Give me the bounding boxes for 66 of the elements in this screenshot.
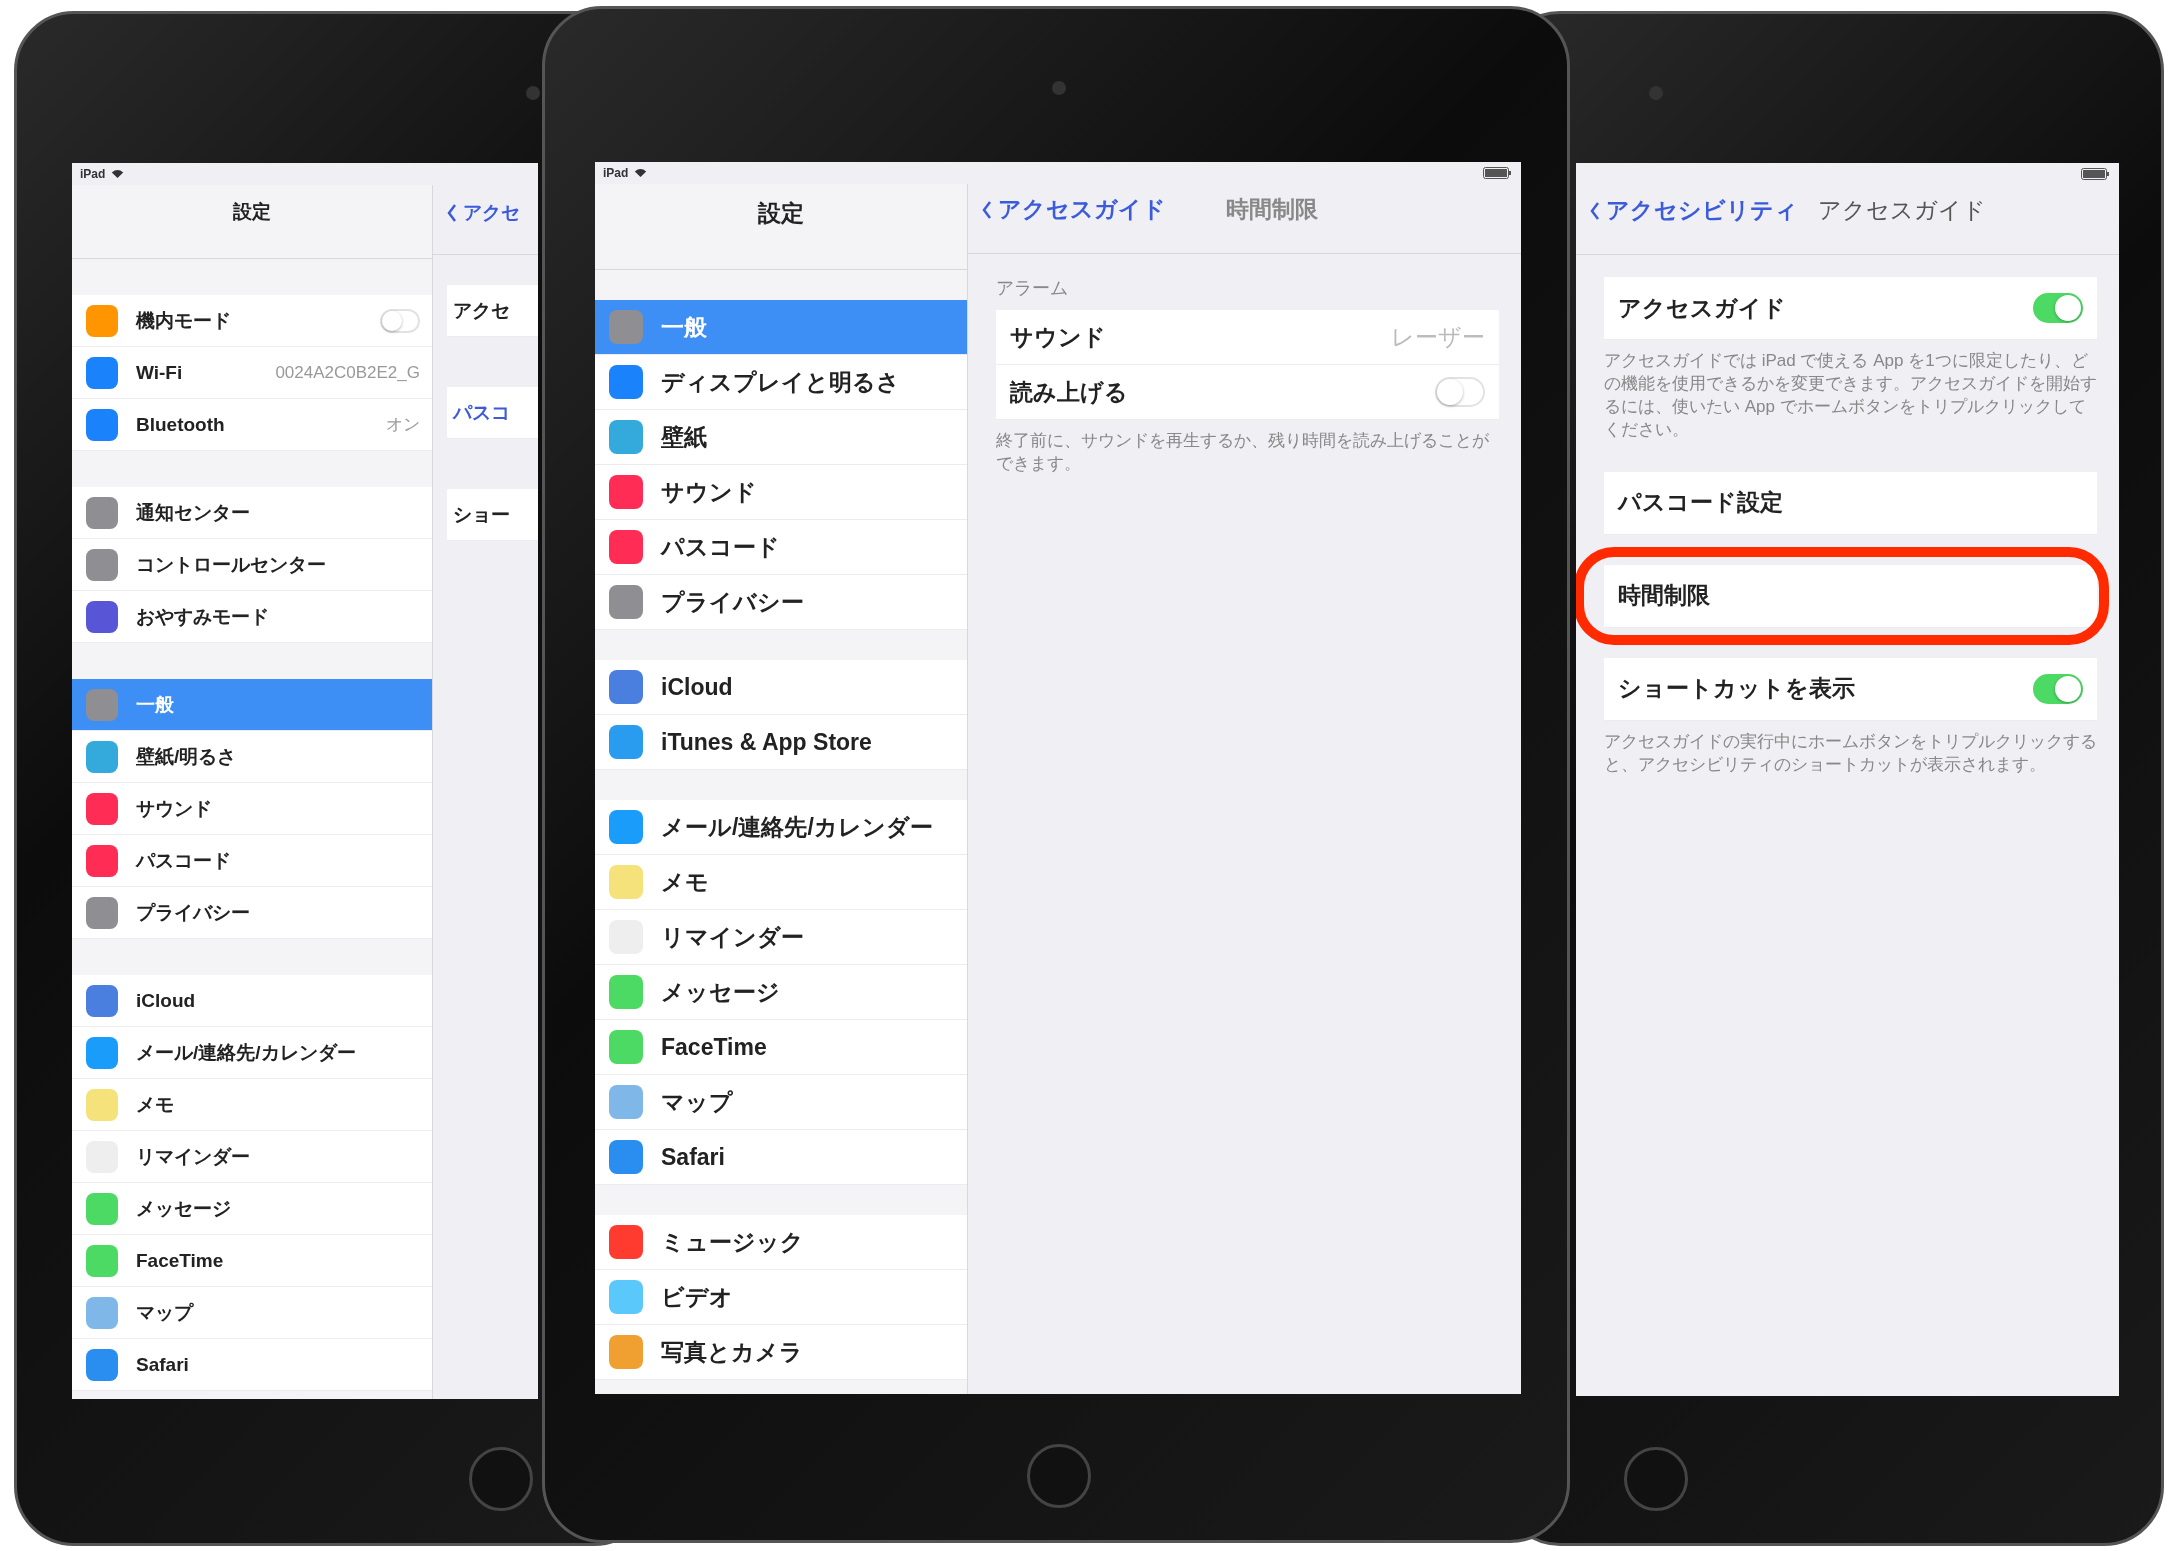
settings-menu-item[interactable]: iTunes & App Store: [595, 715, 967, 770]
settings-menu-item[interactable]: Safari: [595, 1130, 967, 1185]
settings-menu-item[interactable]: Safari: [72, 1339, 432, 1391]
settings-menu-item[interactable]: メッセージ: [595, 965, 967, 1020]
settings-menu-item[interactable]: リマインダー: [595, 910, 967, 965]
settings-menu-item[interactable]: iCloud: [72, 975, 432, 1027]
settings-menu-item[interactable]: メモ: [72, 1079, 432, 1131]
toggle-switch[interactable]: [1435, 377, 1485, 407]
settings-menu-item[interactable]: FaceTime: [595, 1020, 967, 1075]
settings-menu-item[interactable]: メール/連絡先/カレンダー: [72, 1027, 432, 1079]
toggle-switch[interactable]: [380, 308, 420, 333]
settings-row[interactable]: ショー: [447, 489, 538, 541]
settings-menu-item[interactable]: iCloud: [595, 660, 967, 715]
sidebar-title: 設定: [233, 200, 271, 224]
settings-menu-item[interactable]: パスコード: [72, 835, 432, 887]
settings-row[interactable]: ショートカットを表示: [1604, 657, 2097, 721]
section-footnote: アクセスガイドでは iPad で使える App を1つに限定したり、どの機能を使用できるかを変更できます。アクセスガイドを開始するには、使いたい App でホームボタンをトリプルクリックしてください。: [1604, 350, 2097, 441]
settings-menu-item[interactable]: パスコード: [595, 520, 967, 575]
settings-menu-item[interactable]: ビデオ: [595, 1270, 967, 1325]
settings-menu-item[interactable]: Bluetooth オン: [72, 399, 432, 451]
settings-menu-item[interactable]: メール/連絡先/カレンダー: [595, 800, 967, 855]
section-footnote: 終了前に、サウンドを再生するか、残り時間を読み上げることができます。: [996, 430, 1490, 475]
settings-menu-item[interactable]: 通知センター: [72, 487, 432, 539]
settings-menu-item[interactable]: メモ: [595, 855, 967, 910]
settings-menu-item[interactable]: FaceTime: [72, 1235, 432, 1287]
settings-menu-item[interactable]: おやすみモード: [72, 591, 432, 643]
camera-icon: [1052, 81, 1066, 95]
settings-row[interactable]: アクセスガイド: [1604, 277, 2097, 340]
settings-menu-item[interactable]: 機内モード: [72, 295, 432, 347]
page-title: アクセスガイド: [1818, 196, 1986, 225]
settings-menu-item[interactable]: 写真とカメラ: [595, 1325, 967, 1380]
section-footnote: アクセスガイドの実行中にホームボタンをトリプルクリックすると、アクセシビリティのショートカットが表示されます。: [1604, 730, 2097, 776]
toggle-switch[interactable]: [2033, 293, 2083, 323]
settings-menu-item[interactable]: プライバシー: [595, 575, 967, 630]
settings-row[interactable]: 時間制限: [1604, 564, 2097, 628]
settings-menu-item[interactable]: ディスプレイと明るさ: [595, 355, 967, 410]
settings-menu-item[interactable]: マップ: [595, 1075, 967, 1130]
camera-icon: [526, 86, 540, 100]
carrier-label: iPad: [603, 166, 629, 180]
settings-row[interactable]: パスコード設定: [1604, 471, 2097, 535]
settings-menu-item[interactable]: プライバシー: [72, 887, 432, 939]
chevron-icon: [447, 204, 457, 222]
sidebar-title: 設定: [758, 199, 804, 228]
carrier-label: iPad: [80, 167, 106, 181]
back-link[interactable]: アクセスガイド: [982, 194, 1166, 225]
settings-menu-item[interactable]: 壁紙/明るさ: [72, 731, 432, 783]
toggle-switch[interactable]: [2033, 673, 2083, 704]
settings-row[interactable]: 読み上げる: [996, 365, 1499, 420]
settings-row[interactable]: パスコ: [447, 387, 538, 439]
settings-menu-item[interactable]: サウンド: [595, 465, 967, 520]
settings-menu-item[interactable]: Wi-Fi 0024A2C0B2E2_G: [72, 347, 432, 399]
page-title: 時間制限: [1226, 195, 1318, 224]
settings-menu-item[interactable]: リマインダー: [72, 1131, 432, 1183]
chevron-icon: [1590, 201, 1600, 220]
settings-menu-item[interactable]: メッセージ: [72, 1183, 432, 1235]
settings-menu-item[interactable]: 壁紙: [595, 410, 967, 465]
settings-menu-item[interactable]: サウンド: [72, 783, 432, 835]
settings-menu-item[interactable]: ミュージック: [595, 1215, 967, 1270]
chevron-icon: [982, 200, 992, 219]
settings-row[interactable]: サウンド レーザー: [996, 310, 1499, 365]
back-link[interactable]: アクセ: [447, 200, 520, 226]
section-header: アラーム: [996, 277, 1069, 300]
back-link[interactable]: アクセシビリティ: [1590, 195, 1798, 226]
settings-menu-item[interactable]: コントロールセンター: [72, 539, 432, 591]
settings-menu-item[interactable]: マップ: [72, 1287, 432, 1339]
settings-row[interactable]: アクセ: [447, 285, 538, 337]
